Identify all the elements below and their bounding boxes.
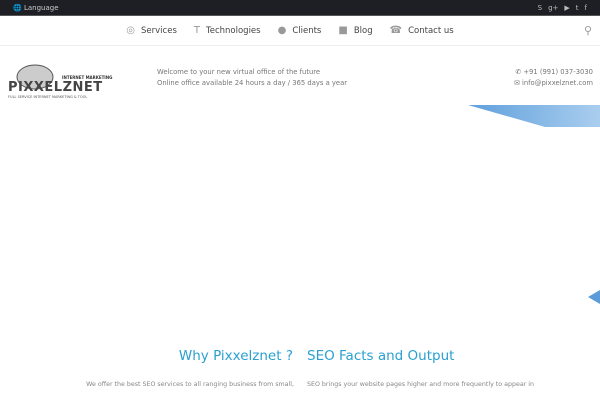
nav-blog[interactable]: ■ Blog xyxy=(338,25,372,36)
svg-text:FULL SERVICE INTERNET MARKETIN: FULL SERVICE INTERNET MARKETING & TOOL xyxy=(8,95,87,99)
blogger-icon: ■ xyxy=(338,25,348,36)
facebook-icon[interactable]: f xyxy=(585,4,587,12)
seo-title: SEO Facts and Output xyxy=(307,348,455,364)
skype-icon[interactable]: S xyxy=(538,4,542,12)
youtube-icon[interactable]: ▶ xyxy=(564,4,569,12)
why-title: Why Pixxelznet ? xyxy=(178,348,293,364)
nav-clients[interactable]: ● Clients xyxy=(278,25,322,36)
slider-decoration xyxy=(468,105,600,127)
user-icon: ● xyxy=(277,25,287,36)
search-icon[interactable]: ⚲ xyxy=(584,24,592,37)
language-selector[interactable]: 🌐 Language xyxy=(13,4,59,12)
contact-info: ✆ +91 (991) 037-3030 ✉ info@pixxelznet.c… xyxy=(514,67,593,89)
top-bar: 🌐 Language S g+ ▶ t f xyxy=(0,0,600,16)
seo-text: SEO brings your website pages higher and… xyxy=(307,381,535,388)
text-icon: T xyxy=(193,25,200,36)
svg-text:PIXXELZNET: PIXXELZNET xyxy=(8,80,103,95)
logo[interactable]: INTERNET MARKETING PIXXELZNET FULL SERVI… xyxy=(7,61,117,101)
phone-link[interactable]: ✆ +91 (991) 037-3030 xyxy=(514,67,593,78)
header: INTERNET MARKETING PIXXELZNET FULL SERVI… xyxy=(0,46,600,106)
social-links: S g+ ▶ t f xyxy=(538,4,587,12)
google-plus-icon[interactable]: g+ xyxy=(548,4,558,12)
mail-icon: ✉ xyxy=(514,79,522,87)
phone-icon: ☎ xyxy=(389,25,403,36)
slider-arrow[interactable] xyxy=(588,290,600,304)
antenna-icon: ◎ xyxy=(126,25,136,36)
email-link[interactable]: ✉ info@pixxelznet.com xyxy=(514,78,593,89)
main-nav: ◎ Services T Technologies ● Clients ■ Blog ☎… xyxy=(0,16,600,46)
twitter-icon[interactable]: t xyxy=(576,4,579,12)
nav-technologies[interactable]: T Technologies xyxy=(194,25,261,36)
why-text: We offer the best SEO services to all ra… xyxy=(86,381,294,388)
welcome-text: Welcome to your new virtual office of th… xyxy=(157,68,348,87)
nav-services[interactable]: ◎ Services xyxy=(126,25,177,36)
nav-contact[interactable]: ☎ Contact us xyxy=(390,25,454,36)
